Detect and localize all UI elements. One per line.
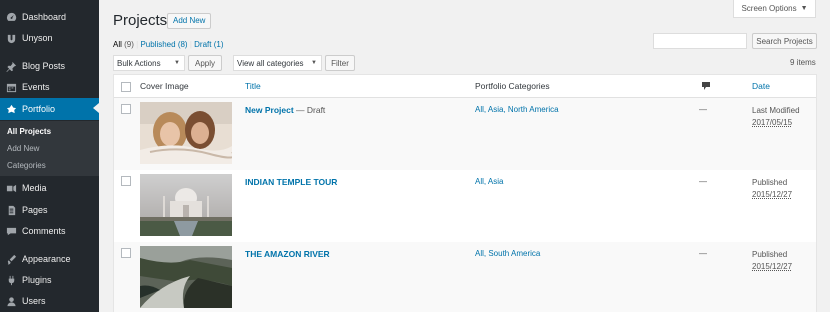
menu-portfolio[interactable]: Portfolio bbox=[0, 98, 99, 120]
row-checkbox[interactable] bbox=[121, 176, 131, 186]
category-filter-select[interactable]: View all categories ▼ bbox=[233, 55, 322, 71]
menu-blog-posts-label: Blog Posts bbox=[22, 61, 66, 71]
portfolio-submenu: All Projects Add New Categories bbox=[0, 121, 99, 176]
date-value: 2015/12/27 bbox=[752, 262, 793, 271]
bulk-actions-value: Bulk Actions bbox=[117, 58, 161, 68]
table-row: New Project — Draft All, Asia, North Ame… bbox=[114, 98, 816, 170]
cover-image-thumbnail[interactable] bbox=[140, 246, 232, 308]
admin-sidebar: Dashboard Unyson Blog Posts Events Portf… bbox=[0, 0, 99, 312]
menu-comments-label: Comments bbox=[22, 226, 66, 236]
menu-media[interactable]: Media bbox=[0, 178, 99, 198]
comments-count: — bbox=[699, 105, 707, 114]
dropdown-arrow-icon: ▼ bbox=[311, 60, 317, 66]
add-new-button[interactable]: Add New bbox=[167, 13, 212, 29]
date-value: 2015/12/27 bbox=[752, 190, 793, 199]
search-projects-button[interactable]: Search Projects bbox=[752, 33, 817, 49]
menu-dashboard-label: Dashboard bbox=[22, 12, 67, 22]
menu-unyson[interactable]: Unyson bbox=[0, 28, 99, 48]
unyson-icon bbox=[5, 32, 17, 44]
filter-button[interactable]: Filter bbox=[325, 55, 355, 71]
caret-down-icon: ▼ bbox=[800, 5, 808, 12]
project-categories[interactable]: All, Asia bbox=[475, 177, 503, 186]
submenu-categories[interactable]: Categories bbox=[7, 161, 46, 170]
comment-bubble-icon bbox=[702, 82, 710, 90]
status-filter-links: All (9) | Published (8) | Draft (1) bbox=[113, 40, 224, 49]
row-checkbox[interactable] bbox=[121, 104, 131, 114]
comments-icon bbox=[5, 225, 17, 237]
pages-icon bbox=[5, 204, 17, 216]
menu-plugins[interactable]: Plugins bbox=[0, 270, 99, 290]
project-title-cell: New Project — Draft bbox=[245, 105, 325, 115]
menu-appearance-label: Appearance bbox=[22, 254, 71, 264]
apply-button[interactable]: Apply bbox=[188, 55, 222, 71]
column-date[interactable]: Date bbox=[752, 81, 770, 91]
category-filter-value: View all categories bbox=[237, 58, 304, 68]
menu-events[interactable]: Events bbox=[0, 77, 99, 97]
table-row: THE AMAZON RIVER All, South America — Pu… bbox=[114, 242, 816, 312]
menu-pages-label: Pages bbox=[22, 205, 48, 215]
items-count: 9 items bbox=[790, 58, 816, 67]
row-checkbox[interactable] bbox=[121, 248, 131, 258]
menu-appearance[interactable]: Appearance bbox=[0, 249, 99, 269]
table-header: Cover Image Title Portfolio Categories D… bbox=[114, 75, 816, 98]
screen-options-button[interactable]: Screen Options ▼ bbox=[733, 0, 816, 18]
date-status: Last Modified bbox=[752, 106, 800, 115]
project-date: Last Modified 2017/05/15 bbox=[752, 105, 800, 129]
project-title-cell: INDIAN TEMPLE TOUR bbox=[245, 177, 337, 187]
menu-portfolio-label: Portfolio bbox=[22, 104, 56, 114]
column-cover-image: Cover Image bbox=[140, 81, 189, 91]
appearance-icon bbox=[5, 253, 17, 265]
view-all-link[interactable]: All (9) bbox=[113, 40, 134, 49]
date-status: Published bbox=[752, 250, 788, 259]
table-row: INDIAN TEMPLE TOUR All, Asia — Published… bbox=[114, 170, 816, 242]
bulk-actions-select[interactable]: Bulk Actions ▼ bbox=[113, 55, 185, 71]
dashboard-icon bbox=[5, 11, 17, 23]
project-date: Published 2015/12/27 bbox=[752, 249, 792, 273]
project-title-cell: THE AMAZON RIVER bbox=[245, 249, 330, 259]
project-categories[interactable]: All, South America bbox=[475, 249, 540, 258]
menu-plugins-label: Plugins bbox=[22, 275, 52, 285]
menu-dashboard[interactable]: Dashboard bbox=[0, 7, 99, 27]
menu-comments[interactable]: Comments bbox=[0, 221, 99, 241]
projects-table: Cover Image Title Portfolio Categories D… bbox=[113, 74, 817, 312]
menu-users-label: Users bbox=[22, 296, 46, 306]
submenu-all-projects[interactable]: All Projects bbox=[7, 127, 51, 136]
page-title: Projects bbox=[113, 12, 168, 29]
screen-options-label: Screen Options bbox=[741, 4, 797, 13]
project-categories[interactable]: All, Asia, North America bbox=[475, 105, 559, 114]
menu-media-label: Media bbox=[22, 183, 47, 193]
column-title[interactable]: Title bbox=[245, 81, 261, 91]
cover-image-thumbnail[interactable] bbox=[140, 102, 232, 164]
cover-image-thumbnail[interactable] bbox=[140, 174, 232, 236]
menu-blog-posts[interactable]: Blog Posts bbox=[0, 56, 99, 76]
date-value: 2017/05/15 bbox=[752, 118, 793, 127]
project-date: Published 2015/12/27 bbox=[752, 177, 792, 201]
submenu-add-new[interactable]: Add New bbox=[7, 144, 39, 153]
view-published-link[interactable]: Published (8) bbox=[140, 40, 187, 49]
project-title-link[interactable]: New Project bbox=[245, 105, 294, 115]
menu-unyson-label: Unyson bbox=[22, 33, 53, 43]
view-draft-link[interactable]: Draft (1) bbox=[194, 40, 223, 49]
date-status: Published bbox=[752, 178, 788, 187]
post-state: — Draft bbox=[293, 105, 326, 115]
project-title-link[interactable]: INDIAN TEMPLE TOUR bbox=[245, 177, 337, 187]
comments-count: — bbox=[699, 177, 707, 186]
comments-count: — bbox=[699, 249, 707, 258]
portfolio-icon bbox=[5, 103, 17, 115]
plugins-icon bbox=[5, 274, 17, 286]
pin-icon bbox=[5, 60, 17, 72]
project-title-link[interactable]: THE AMAZON RIVER bbox=[245, 249, 330, 259]
select-all-checkbox[interactable] bbox=[121, 82, 131, 92]
column-portfolio-categories: Portfolio Categories bbox=[475, 81, 550, 91]
menu-pages[interactable]: Pages bbox=[0, 200, 99, 220]
dropdown-arrow-icon: ▼ bbox=[174, 60, 180, 66]
users-icon bbox=[5, 295, 17, 307]
search-input[interactable] bbox=[653, 33, 747, 49]
calendar-icon bbox=[5, 81, 17, 93]
menu-events-label: Events bbox=[22, 82, 50, 92]
media-icon bbox=[5, 182, 17, 194]
menu-users[interactable]: Users bbox=[0, 291, 99, 311]
